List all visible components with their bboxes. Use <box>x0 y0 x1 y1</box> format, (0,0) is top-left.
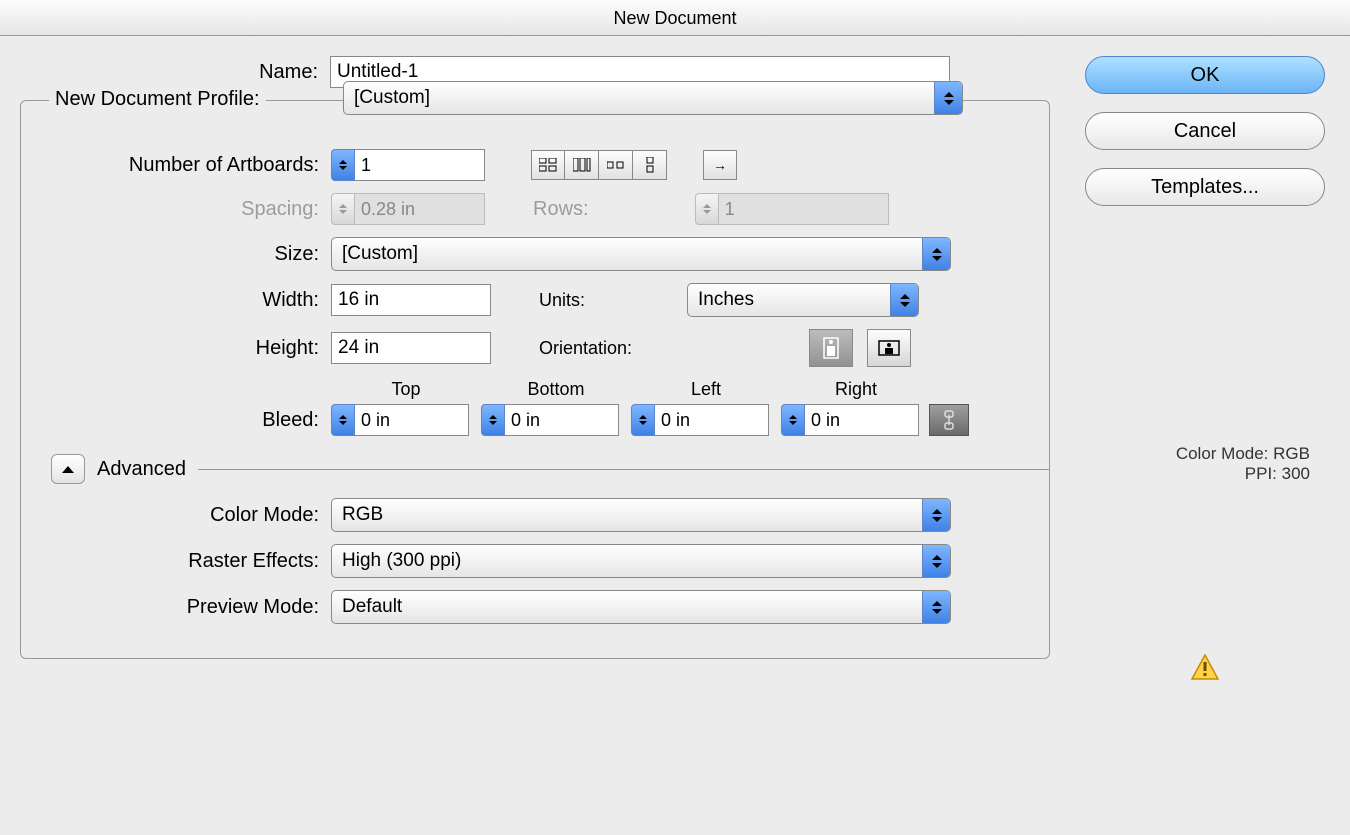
chevron-updown-icon <box>934 82 962 114</box>
height-label: Height: <box>21 337 331 360</box>
bleed-top-input[interactable] <box>355 404 469 436</box>
spacing-stepper <box>331 193 485 225</box>
bleed-right-stepper[interactable] <box>781 404 919 436</box>
rows-label: Rows: <box>533 198 589 221</box>
orientation-landscape-button[interactable] <box>867 329 911 367</box>
rows-stepper <box>695 193 889 225</box>
profile-select[interactable]: [Custom] <box>343 81 963 115</box>
grid-row-icon[interactable] <box>531 150 565 180</box>
size-select[interactable]: [Custom] <box>331 237 951 271</box>
color-mode-label: Color Mode: <box>21 504 331 527</box>
bleed-right-input[interactable] <box>805 404 919 436</box>
advanced-heading: Advanced <box>97 458 186 481</box>
chevron-updown-icon <box>890 284 918 316</box>
profile-fieldset: New Document Profile: [Custom] Number of… <box>20 100 1050 659</box>
width-input[interactable] <box>331 284 491 316</box>
spacing-input <box>355 193 485 225</box>
color-mode-select[interactable]: RGB <box>331 498 951 532</box>
arrange-row-icon[interactable] <box>599 150 633 180</box>
summary-info: Color Mode: RGB PPI: 300 <box>1080 444 1330 484</box>
preview-select[interactable]: Default <box>331 590 951 624</box>
bleed-label: Bleed: <box>21 409 331 432</box>
advanced-disclosure-button[interactable] <box>51 454 85 484</box>
bleed-top-stepper[interactable] <box>331 404 469 436</box>
bleed-headers: Top Bottom Left Right <box>331 379 1049 400</box>
cancel-button[interactable]: Cancel <box>1085 112 1325 150</box>
units-select[interactable]: Inches <box>687 283 919 317</box>
size-label: Size: <box>21 243 331 266</box>
bleed-left-input[interactable] <box>655 404 769 436</box>
profile-legend: New Document Profile: <box>49 88 266 111</box>
height-input[interactable] <box>331 332 491 364</box>
grid-col-icon[interactable] <box>565 150 599 180</box>
warning-icon <box>1191 654 1219 685</box>
link-bleed-button[interactable] <box>929 404 969 436</box>
orientation-label: Orientation: <box>539 338 689 359</box>
direction-ltr-icon[interactable]: → <box>703 150 737 180</box>
rows-input <box>719 193 889 225</box>
artboards-stepper[interactable] <box>331 149 485 181</box>
ok-button[interactable]: OK <box>1085 56 1325 94</box>
bleed-bottom-input[interactable] <box>505 404 619 436</box>
chevron-updown-icon <box>922 238 950 270</box>
spacing-label: Spacing: <box>21 198 331 221</box>
arrange-col-icon[interactable] <box>633 150 667 180</box>
chevron-updown-icon <box>922 499 950 531</box>
preview-label: Preview Mode: <box>21 596 331 619</box>
artboards-label: Number of Artboards: <box>21 154 331 177</box>
artboards-input[interactable] <box>355 149 485 181</box>
templates-button[interactable]: Templates... <box>1085 168 1325 206</box>
bleed-bottom-stepper[interactable] <box>481 404 619 436</box>
chevron-updown-icon <box>922 591 950 623</box>
raster-select[interactable]: High (300 ppi) <box>331 544 951 578</box>
width-label: Width: <box>21 289 331 312</box>
dialog-title: New Document <box>0 0 1350 36</box>
units-label: Units: <box>539 290 609 311</box>
chevron-updown-icon <box>922 545 950 577</box>
divider <box>198 469 1049 470</box>
bleed-left-stepper[interactable] <box>631 404 769 436</box>
orientation-portrait-button[interactable] <box>809 329 853 367</box>
raster-label: Raster Effects: <box>21 550 331 573</box>
name-label: Name: <box>20 61 330 84</box>
